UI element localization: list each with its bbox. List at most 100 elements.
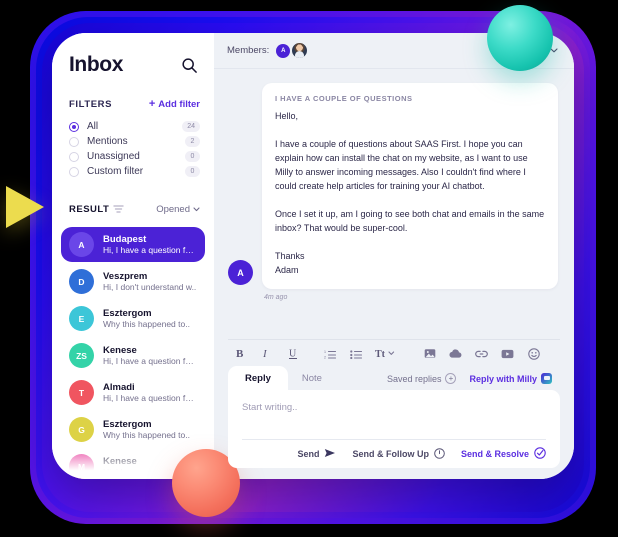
filter-list: All 24 Mentions 2 Unassigned 0 Custom fi… <box>52 119 214 179</box>
opened-label: Opened <box>156 203 190 215</box>
send-follow-up-label: Send & Follow Up <box>352 449 429 459</box>
format-toolbar: B I U 1 2 Tt <box>228 347 560 366</box>
inbox-app-window: Inbox FILTERS + Add filter All 24 Mentio… <box>52 33 574 479</box>
avatar: G <box>69 417 94 442</box>
plus-icon: + <box>148 98 156 110</box>
filter-item-unassigned[interactable]: Unassigned 0 <box>52 149 214 164</box>
members-label: Members: <box>227 45 270 56</box>
cloud-upload-icon[interactable] <box>449 347 462 360</box>
message-body: Hello, I have a couple of questions abou… <box>275 111 545 275</box>
conversation-preview: Hi, I don't understand w.. <box>103 282 197 292</box>
add-filter-label: Add filter <box>158 99 200 110</box>
avatar: T <box>69 380 94 405</box>
svg-text:U: U <box>289 348 297 359</box>
saved-replies-button[interactable]: Saved replies + <box>387 373 457 384</box>
filter-label: Custom filter <box>87 166 144 177</box>
avatar: A <box>228 260 253 285</box>
sidebar-header: Inbox <box>52 53 214 77</box>
conversation-preview: Hi, I have a question for .. <box>103 393 197 403</box>
avatar[interactable]: A <box>276 43 291 58</box>
message-bubble-wrapper: I HAVE A COUPLE OF QUESTIONS Hello, I ha… <box>262 83 558 301</box>
filter-count-badge: 24 <box>182 121 200 132</box>
check-circle-icon <box>534 447 546 461</box>
editor-placeholder: Start writing.. <box>242 402 298 413</box>
svg-text:1: 1 <box>324 350 326 354</box>
clock-circle-icon <box>434 447 445 461</box>
avatar: M <box>69 454 94 479</box>
image-icon[interactable] <box>423 347 436 360</box>
bold-icon[interactable]: B <box>234 347 247 360</box>
list-item-text: Veszprem Hi, I don't understand w.. <box>103 271 196 292</box>
filter-label: All <box>87 121 99 132</box>
reply-with-milly-button[interactable]: Reply with Milly <box>469 373 552 384</box>
conversation-pane: Members: A Status: Open <box>214 33 574 479</box>
list-item[interactable]: A Budapest Hi, I have a question for .. <box>61 227 205 262</box>
avatar: ZS <box>69 343 94 368</box>
add-filter-button[interactable]: + Add filter <box>148 98 200 111</box>
send-and-resolve-button[interactable]: Send & Resolve <box>461 447 546 461</box>
list-item[interactable]: E Esztergom Why this happened to.. <box>61 301 205 336</box>
send-label: Send <box>297 449 320 459</box>
list-item[interactable]: ZS Kenese Hi, I have a question for .. <box>61 338 205 373</box>
underline-icon[interactable]: U <box>286 347 299 360</box>
conversation-name: Budapest <box>103 234 147 245</box>
conversation-name: Kenese <box>103 345 137 356</box>
svg-text:Tt: Tt <box>375 349 386 359</box>
message-subject: I HAVE A COUPLE OF QUESTIONS <box>275 94 413 103</box>
tab-reply[interactable]: Reply <box>228 366 288 391</box>
tab-note[interactable]: Note <box>288 366 336 391</box>
filters-header: FILTERS + Add filter <box>52 98 214 111</box>
filter-count-badge: 0 <box>185 166 200 177</box>
svg-text:B: B <box>236 348 244 359</box>
ordered-list-icon[interactable]: 1 2 <box>323 347 336 360</box>
conversation-name: Esztergom <box>103 308 152 319</box>
opened-sort-dropdown[interactable]: Opened <box>156 204 200 215</box>
radio-icon[interactable] <box>69 121 79 132</box>
message-thread: A I HAVE A COUPLE OF QUESTIONS Hello, I … <box>214 69 574 339</box>
message-timestamp: 4m ago <box>264 294 288 301</box>
saved-replies-label: Saved replies <box>386 373 442 384</box>
filter-item-mentions[interactable]: Mentions 2 <box>52 134 214 149</box>
send-button[interactable]: Send <box>297 448 336 460</box>
svg-text:I: I <box>262 348 268 359</box>
filter-item-all[interactable]: All 24 <box>52 119 214 134</box>
send-and-follow-up-button[interactable]: Send & Follow Up <box>352 447 445 461</box>
emoji-icon[interactable] <box>527 347 540 360</box>
list-item-text: Esztergom Why this happened to.. <box>103 308 190 329</box>
member-photo-avatar[interactable] <box>292 43 308 58</box>
text-style-icon[interactable]: Tt <box>375 347 395 360</box>
search-icon[interactable] <box>181 57 198 74</box>
radio-icon[interactable] <box>69 166 79 177</box>
radio-icon[interactable] <box>69 151 79 162</box>
conversation-name: Almadi <box>103 382 135 393</box>
conversation-name: Esztergom <box>103 419 152 430</box>
send-resolve-label: Send & Resolve <box>460 449 529 459</box>
list-item[interactable]: G Esztergom Why this happened to.. <box>61 412 205 447</box>
milly-ai-icon <box>541 373 552 384</box>
result-label: RESULT <box>69 203 110 215</box>
reply-with-milly-label: Reply with Milly <box>469 373 537 384</box>
page-title: Inbox <box>69 53 123 76</box>
link-icon[interactable] <box>475 347 488 360</box>
list-item[interactable]: D Veszprem Hi, I don't understand w.. <box>61 264 205 299</box>
bullet-list-icon[interactable] <box>349 347 362 360</box>
filter-label: Mentions <box>87 136 128 147</box>
list-item[interactable]: T Almadi Hi, I have a question for .. <box>61 375 205 410</box>
list-item-text: Kenese Hi, I have a question for .. <box>103 345 197 366</box>
sort-filter-icon[interactable] <box>113 200 124 218</box>
composer-actions: Send Send & Follow Up Send & Resolve <box>242 440 546 461</box>
message-row: A I HAVE A COUPLE OF QUESTIONS Hello, I … <box>228 83 558 301</box>
conversation-preview: Why this happened to.. <box>103 319 190 329</box>
filter-label: Unassigned <box>87 151 140 162</box>
conversation-preview: Hi, I have a question for .. <box>103 245 197 255</box>
video-icon[interactable] <box>501 347 514 360</box>
member-avatars: A <box>276 43 308 58</box>
plus-circle-icon: + <box>445 373 457 384</box>
radio-icon[interactable] <box>69 136 79 147</box>
screenshot-stage: Inbox FILTERS + Add filter All 24 Mentio… <box>0 0 618 537</box>
reply-editor[interactable]: Start writing.. Send Send & Follow Up Se… <box>228 390 560 468</box>
filter-item-custom-filter[interactable]: Custom filter 0 <box>52 164 214 179</box>
conversation-preview: Why this happened to.. <box>103 430 190 440</box>
avatar: A <box>69 232 94 257</box>
italic-icon[interactable]: I <box>260 347 273 360</box>
